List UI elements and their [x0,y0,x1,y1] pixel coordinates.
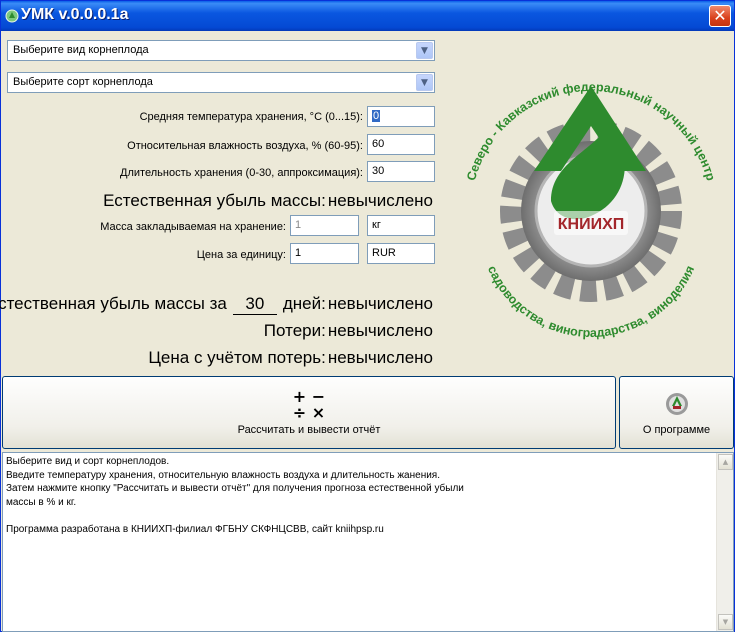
title-bar[interactable]: УМК v.0.0.0.1a ✕ [1,1,734,31]
info-log[interactable]: Выберите вид и сорт корнеплодов. Введите… [2,452,734,632]
temperature-input[interactable]: 0 [367,106,435,127]
log-line: Программа разработана в КНИИХП-филиал ФГ… [6,523,384,535]
calculate-report-button[interactable]: + − ÷ × Рассчитать и вывести отчёт [2,376,616,449]
about-button[interactable]: О программе [619,376,734,449]
kniihp-logo: КНИИХП Северо - Кавказский федеральный н… [464,80,718,340]
scroll-up-icon[interactable]: ▲ [718,454,733,470]
close-button[interactable]: ✕ [709,5,731,27]
log-line: Затем нажмите кнопку "Рассчитать и вывес… [6,483,464,494]
loss-days-result: невычислено [327,294,433,313]
loss-days-row: Естественная убыль массы за 30 дней: невычи… [0,294,433,315]
price-input[interactable]: 1 [290,243,359,264]
mass-input[interactable]: 1 [290,215,359,236]
losses-label: Потери: [263,321,326,340]
crop-type-select[interactable]: Выберите вид корнеплода ▼ [7,40,435,61]
humidity-input[interactable]: 60 [367,134,435,155]
loss-days-prefix: Естественная убыль массы за [0,294,227,313]
humidity-label: Относительная влажность воздуха, % (60-9… [127,140,363,152]
chevron-down-icon[interactable]: ▼ [416,74,433,91]
app-window: УМК v.0.0.0.1a ✕ Выберите вид корнеплода… [0,0,735,632]
scroll-down-icon[interactable]: ▼ [718,614,733,630]
math-operations-icon: + − ÷ × [3,389,615,421]
calculate-label: Рассчитать и вывести отчёт [237,424,381,436]
mass-label: Масса закладываемая на хранение: [100,221,286,233]
log-line: Введите температуру хранения, относитель… [6,469,441,481]
app-icon [5,9,19,23]
currency-field[interactable]: RUR [367,243,435,264]
price-losses-label: Цена с учётом потерь: [148,348,326,367]
window-title: УМК v.0.0.0.1a [21,6,129,23]
about-label: О программе [642,424,711,436]
loss-value: невычислено [327,191,433,210]
temperature-value: 0 [372,110,381,122]
temperature-label: Средняя температура хранения, °С (0...15… [139,111,363,123]
duration-label: Длительность хранения (0-30, аппроксимац… [120,167,363,179]
price-losses-row: Цена с учётом потерь: невычислено [148,348,433,368]
losses-value: невычислено [327,321,433,340]
crop-type-value: Выберите вид корнеплода [13,44,149,56]
crop-variety-select[interactable]: Выберите сорт корнеплода ▼ [7,72,435,93]
loss-days-suffix: дней: [282,294,326,313]
log-line: Выберите вид и сорт корнеплодов. [6,456,170,467]
log-line: массы в % и кг. [6,496,77,508]
log-scrollbar[interactable]: ▲ ▼ [716,453,733,631]
logo-center-text: КНИИХП [558,216,625,233]
loss-days-value: 30 [232,294,277,315]
price-label: Цена за единицу: [196,249,286,261]
loss-row: Естественная убыль массы: невычислено [103,191,433,211]
mass-unit-field[interactable]: кг [367,215,435,236]
logo-icon [666,393,688,415]
ops-bottom: ÷ × [292,403,326,422]
crop-variety-value: Выберите сорт корнеплода [13,76,153,88]
price-losses-value: невычислено [327,348,433,367]
loss-label: Естественная убыль массы: [103,191,326,210]
duration-input[interactable]: 30 [367,161,435,182]
losses-row: Потери: невычислено [264,321,433,341]
chevron-down-icon[interactable]: ▼ [416,42,433,59]
